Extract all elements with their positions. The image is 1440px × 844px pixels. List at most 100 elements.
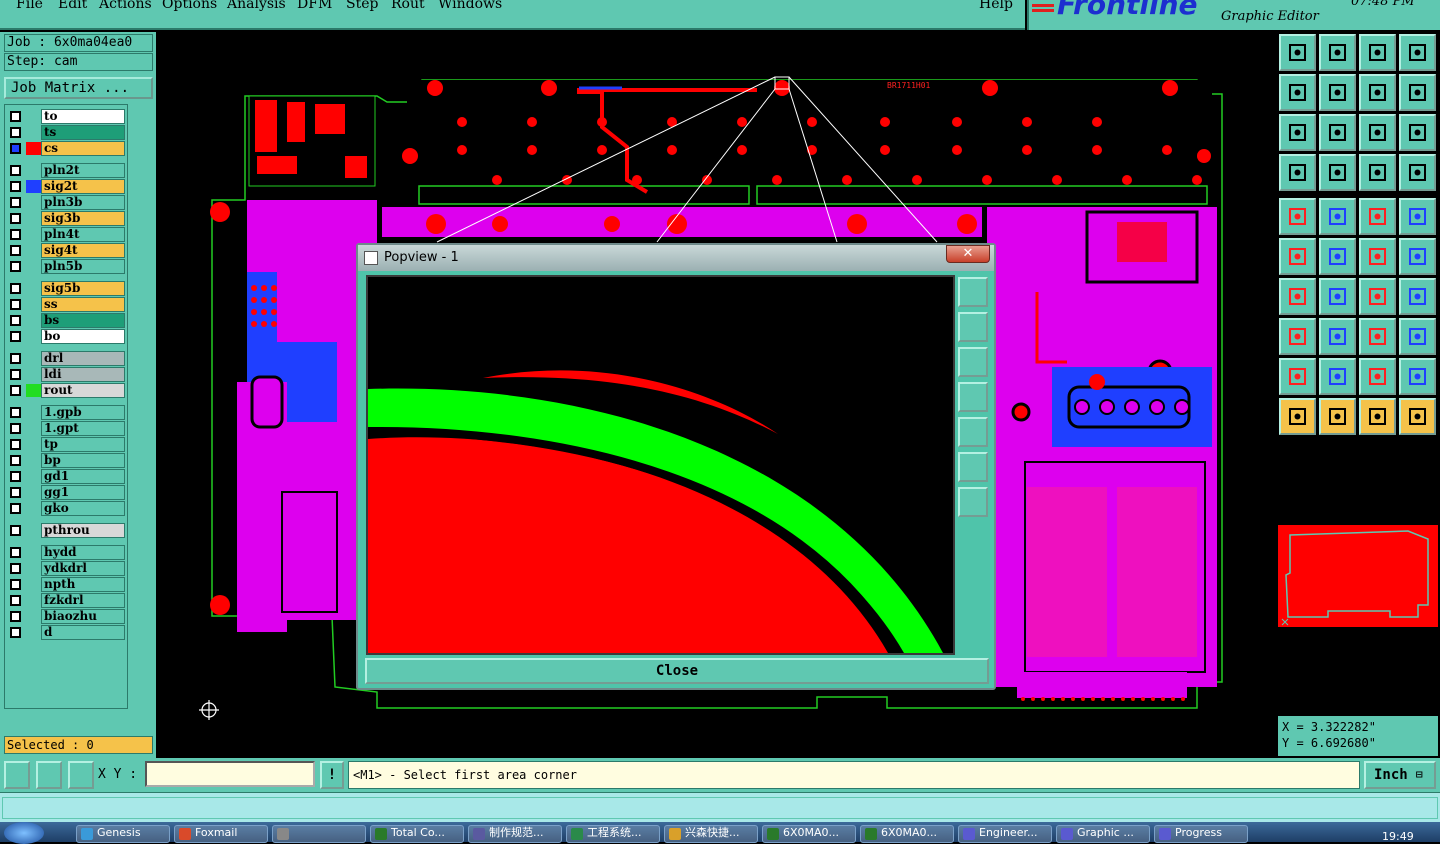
layer-name[interactable]: pln3b xyxy=(41,195,125,210)
layer-name[interactable]: ydkdrl xyxy=(41,561,125,576)
filter-icon[interactable] xyxy=(1279,154,1316,191)
menu-windows[interactable]: Windows xyxy=(438,0,502,12)
layer-row-gd1[interactable]: gd1 xyxy=(7,469,127,484)
layer-checkbox[interactable] xyxy=(10,611,21,622)
layer-checkbox[interactable] xyxy=(10,245,21,256)
popview-zoom-canvas[interactable] xyxy=(366,275,955,655)
select-box-icon[interactable] xyxy=(1319,398,1356,435)
layer-checkbox[interactable] xyxy=(10,627,21,638)
home-icon[interactable] xyxy=(1279,34,1316,71)
layer-checkbox[interactable] xyxy=(10,331,21,342)
layer-color-swatch[interactable] xyxy=(26,368,41,381)
layer-color-swatch[interactable] xyxy=(26,562,41,575)
layer-name[interactable]: ss xyxy=(41,297,125,312)
taskbar-item[interactable]: 制作规范... xyxy=(468,825,562,843)
layer-color-swatch[interactable] xyxy=(26,578,41,591)
select-touch-icon[interactable] xyxy=(1359,398,1396,435)
layer-row-bo[interactable]: bo xyxy=(7,329,127,344)
layer-row-ts[interactable]: ts xyxy=(7,125,127,140)
layer-checkbox[interactable] xyxy=(10,595,21,606)
layer-row-npth[interactable]: npth xyxy=(7,577,127,592)
layer-row-pln4t[interactable]: pln4t xyxy=(7,227,127,242)
layer-color-swatch[interactable] xyxy=(26,298,41,311)
layer-color-swatch[interactable] xyxy=(26,126,41,139)
layer-checkbox[interactable] xyxy=(10,487,21,498)
layer-name[interactable]: hydd xyxy=(41,545,125,560)
layer-row-pln5b[interactable]: pln5b xyxy=(7,259,127,274)
layer-checkbox[interactable] xyxy=(10,439,21,450)
layer-row-fzkdrl[interactable]: fzkdrl xyxy=(7,593,127,608)
layer-color-swatch[interactable] xyxy=(26,314,41,327)
select-net-icon[interactable] xyxy=(1399,398,1436,435)
angle-icon[interactable] xyxy=(1279,278,1316,315)
taskbar-item[interactable]: Total Co... xyxy=(370,825,464,843)
layer-color-swatch[interactable] xyxy=(26,626,41,639)
triangle-c-icon[interactable] xyxy=(1359,358,1396,395)
warning-button[interactable]: ! xyxy=(320,761,344,789)
pan-up-icon[interactable] xyxy=(958,312,988,342)
layer-checkbox[interactable] xyxy=(10,471,21,482)
layer-row-gko[interactable]: gko xyxy=(7,501,127,516)
layer-a-icon[interactable] xyxy=(1359,154,1396,191)
layer-color-swatch[interactable] xyxy=(26,212,41,225)
center-icon[interactable] xyxy=(1319,114,1356,151)
layer-name[interactable]: cs xyxy=(41,141,125,156)
xy-input[interactable] xyxy=(145,761,315,787)
layer-row-pthrou[interactable]: pthrou xyxy=(7,523,127,538)
layer-row-ldi[interactable]: ldi xyxy=(7,367,127,382)
layer-checkbox[interactable] xyxy=(10,299,21,310)
layer-color-swatch[interactable] xyxy=(26,502,41,515)
layer-row-pln2t[interactable]: pln2t xyxy=(7,163,127,178)
layer-checkbox[interactable] xyxy=(10,503,21,514)
layer-name[interactable]: pln4t xyxy=(41,227,125,242)
layer-row-bp[interactable]: bp xyxy=(7,453,127,468)
layer-name[interactable]: rout xyxy=(41,383,125,398)
layer-color-swatch[interactable] xyxy=(26,352,41,365)
layer-color-swatch[interactable] xyxy=(26,524,41,537)
layer-checkbox[interactable] xyxy=(10,563,21,574)
layer-checkbox[interactable] xyxy=(10,165,21,176)
popview-titlebar[interactable]: Popview - 1 ✕ xyxy=(358,245,994,271)
layer-checkbox[interactable] xyxy=(10,385,21,396)
layer-checkbox[interactable] xyxy=(10,369,21,380)
dash-icon[interactable] xyxy=(1319,318,1356,355)
layer-checkbox[interactable] xyxy=(10,283,21,294)
layer-checkbox[interactable] xyxy=(10,197,21,208)
pan-down-icon[interactable] xyxy=(958,347,988,377)
redo-icon[interactable] xyxy=(1399,74,1436,111)
scale-one-icon[interactable] xyxy=(1359,114,1396,151)
grid-snap-icon[interactable] xyxy=(68,761,94,789)
grid-icon[interactable] xyxy=(1319,154,1356,191)
layer-checkbox[interactable] xyxy=(10,547,21,558)
layer-row-sig4t[interactable]: sig4t xyxy=(7,243,127,258)
triangle-d-icon[interactable] xyxy=(1399,358,1436,395)
layer-color-swatch[interactable] xyxy=(26,384,41,397)
taskbar-item[interactable]: 6X0MA0... xyxy=(762,825,856,843)
layer-name[interactable]: sig3b xyxy=(41,211,125,226)
point-blue-icon[interactable] xyxy=(1399,238,1436,275)
taskbar-item[interactable]: 兴森快捷... xyxy=(664,825,758,843)
layer-checkbox[interactable] xyxy=(10,353,21,364)
layer-name[interactable]: sig5b xyxy=(41,281,125,296)
layer-name[interactable]: ts xyxy=(41,125,125,140)
taskbar-item[interactable]: 6X0MA0... xyxy=(860,825,954,843)
menu-step[interactable]: Step xyxy=(346,0,378,12)
close-window-button[interactable]: ✕ xyxy=(946,245,990,263)
layer-name[interactable]: gg1 xyxy=(41,485,125,500)
layer-name[interactable]: biaozhu xyxy=(41,609,125,624)
layer-name[interactable]: gd1 xyxy=(41,469,125,484)
cross-icon[interactable] xyxy=(1319,238,1356,275)
layer-row-pln3b[interactable]: pln3b xyxy=(7,195,127,210)
layer-checkbox[interactable] xyxy=(10,229,21,240)
layer-checkbox[interactable] xyxy=(10,261,21,272)
board-overview-minimap[interactable] xyxy=(1278,525,1438,627)
pan-left-icon[interactable] xyxy=(958,382,988,412)
layer-color-swatch[interactable] xyxy=(26,180,41,193)
layer-checkbox[interactable] xyxy=(10,143,21,154)
layer-name[interactable]: d xyxy=(41,625,125,640)
layer-name[interactable]: sig2t xyxy=(41,179,125,194)
layer-name[interactable]: pthrou xyxy=(41,523,125,538)
start-button-icon[interactable] xyxy=(4,822,44,844)
layer-name[interactable]: pln5b xyxy=(41,259,125,274)
building-icon[interactable] xyxy=(1359,34,1396,71)
